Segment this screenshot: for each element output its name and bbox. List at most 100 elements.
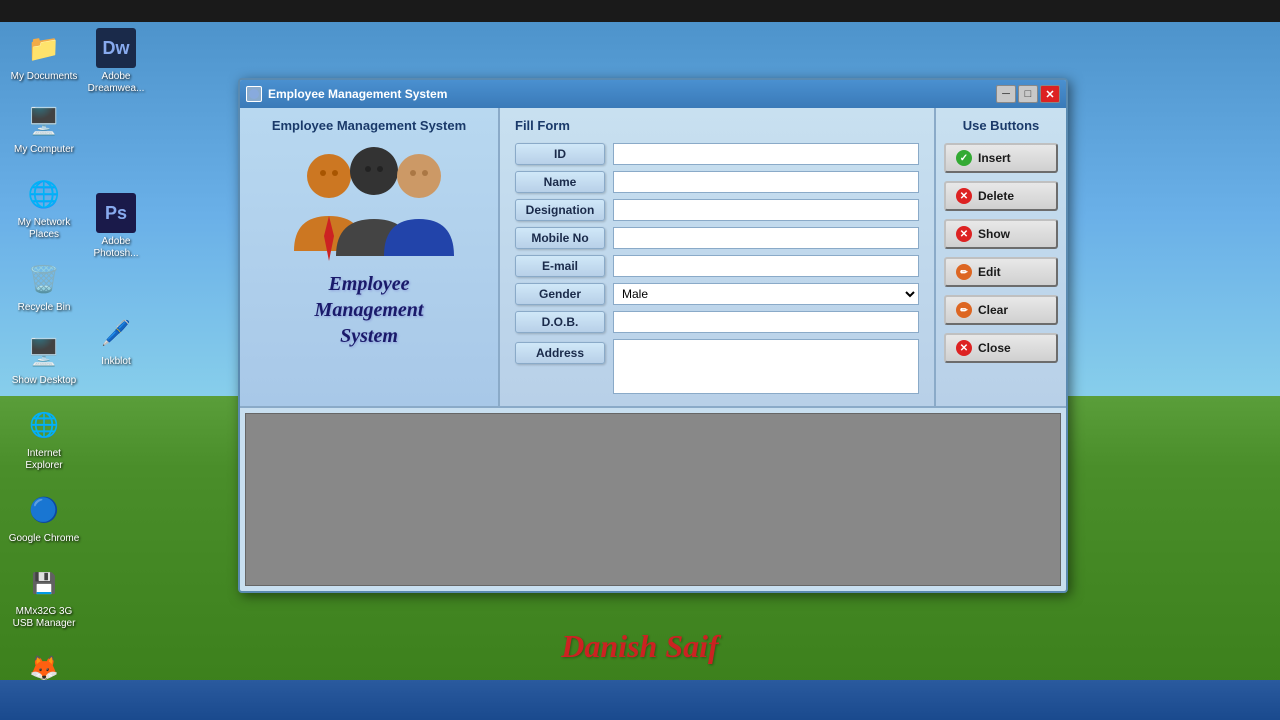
left-panel-title: Employee Management System (272, 118, 466, 133)
ie-icon: 🌐 (24, 405, 64, 445)
watermark-text: Danish Saif (561, 628, 718, 665)
input-email[interactable] (613, 255, 919, 277)
desktop-icon-label: Google Chrome (9, 533, 80, 545)
avatar-group (284, 141, 454, 271)
desktop: 📁 My Documents 🖥️ My Computer 🌐 My Netwo… (0, 0, 1280, 720)
usb-icon: 💾 (24, 563, 64, 603)
top-section: Employee Management System (240, 108, 1066, 408)
label-designation: Designation (515, 199, 605, 221)
top-taskbar (0, 0, 1280, 22)
desktop-icon-ps[interactable]: Ps Adobe Photosh... (80, 193, 152, 260)
window-title: Employee Management System (268, 87, 996, 101)
desktop-icons-column1: 📁 My Documents 🖥️ My Computer 🌐 My Netwo… (8, 28, 80, 703)
folder-icon: 📁 (24, 28, 64, 68)
label-id: ID (515, 143, 605, 165)
desktop-icon-label: Adobe Dreamwea... (80, 71, 152, 95)
edit-label: Edit (978, 265, 1001, 279)
insert-label: Insert (978, 151, 1011, 165)
form-panel: Fill Form ID Name Designation (500, 108, 936, 406)
select-gender[interactable]: Male Female (613, 283, 919, 305)
buttons-panel: Use Buttons ✓ Insert ✕ Delete ✕ Show (936, 108, 1066, 406)
inkblot-icon: 🖊️ (96, 313, 136, 353)
label-email: E-mail (515, 255, 605, 277)
dw-icon: Dw (96, 28, 136, 68)
label-dob: D.O.B. (515, 311, 605, 333)
desktop-icon-label: Show Desktop (12, 375, 76, 387)
window-content: Employee Management System (240, 108, 1066, 591)
computer-icon: 🖥️ (24, 101, 64, 141)
input-mobile[interactable] (613, 227, 919, 249)
delete-icon: ✕ (956, 188, 972, 204)
desktop-icon-dw[interactable]: Dw Adobe Dreamwea... (80, 28, 152, 95)
desktop-icon-img: 🖥️ (24, 332, 64, 372)
form-row-gender: Gender Male Female (515, 283, 919, 305)
form-row-address: Address (515, 339, 919, 394)
label-name: Name (515, 171, 605, 193)
desktop-icon-label: My Documents (11, 71, 78, 83)
show-icon: ✕ (956, 226, 972, 242)
desktop-icon-label: MMx32G 3G USB Manager (8, 606, 80, 630)
desktop-icon-mycomputer[interactable]: 🖥️ My Computer (8, 101, 80, 156)
label-address: Address (515, 342, 605, 364)
input-dob[interactable] (613, 311, 919, 333)
desktop-icon-recycle[interactable]: 🗑️ Recycle Bin (8, 259, 80, 314)
edit-icon: ✏ (956, 264, 972, 280)
input-id[interactable] (613, 143, 919, 165)
app-icon (246, 86, 262, 102)
buttons-section-title: Use Buttons (944, 118, 1058, 133)
system-branding-title: Employee Management System (315, 271, 424, 349)
minimize-button[interactable]: ─ (996, 85, 1016, 103)
title-bar: Employee Management System ─ □ ✕ (240, 80, 1066, 108)
input-designation[interactable] (613, 199, 919, 221)
close-app-label: Close (978, 341, 1011, 355)
desktop-icon-chrome[interactable]: 🔵 Google Chrome (8, 490, 80, 545)
close-app-icon: ✕ (956, 340, 972, 356)
clear-button[interactable]: ✏ Clear (944, 295, 1058, 325)
desktop-icon-inkblot[interactable]: 🖊️ Inkblot (80, 313, 152, 368)
desktop-icon-label: Internet Explorer (8, 448, 80, 472)
desktop-icon-label: Adobe Photosh... (80, 236, 152, 260)
form-row-dob: D.O.B. (515, 311, 919, 333)
form-row-id: ID (515, 143, 919, 165)
close-button[interactable]: ✕ (1040, 85, 1060, 103)
desktop-icon-network[interactable]: 🌐 My Network Places (8, 174, 80, 241)
form-row-mobile: Mobile No (515, 227, 919, 249)
form-row-name: Name (515, 171, 919, 193)
form-row-designation: Designation (515, 199, 919, 221)
desktop-icons-column2: Dw Adobe Dreamwea... Ps Adobe Photosh...… (80, 28, 152, 368)
edit-button[interactable]: ✏ Edit (944, 257, 1058, 287)
show-button[interactable]: ✕ Show (944, 219, 1058, 249)
show-label: Show (978, 227, 1010, 241)
maximize-button[interactable]: □ (1018, 85, 1038, 103)
input-name[interactable] (613, 171, 919, 193)
clear-icon: ✏ (956, 302, 972, 318)
form-row-email: E-mail (515, 255, 919, 277)
chrome-icon: 🔵 (24, 490, 64, 530)
desktop-icon-showdesktop[interactable]: 🖥️ Show Desktop (8, 332, 80, 387)
textarea-address[interactable] (613, 339, 919, 394)
clear-label: Clear (978, 303, 1008, 317)
left-panel: Employee Management System (240, 108, 500, 406)
insert-icon: ✓ (956, 150, 972, 166)
network-icon: 🌐 (24, 174, 64, 214)
window-controls: ─ □ ✕ (996, 85, 1060, 103)
desktop-icon-label: Recycle Bin (18, 302, 71, 314)
desktop-icon-usb[interactable]: 💾 MMx32G 3G USB Manager (8, 563, 80, 630)
ps-icon: Ps (96, 193, 136, 233)
delete-label: Delete (978, 189, 1014, 203)
desktop-icon-ie[interactable]: 🌐 Internet Explorer (8, 405, 80, 472)
data-grid-area (245, 413, 1061, 586)
form-section-title: Fill Form (515, 118, 919, 133)
delete-button[interactable]: ✕ Delete (944, 181, 1058, 211)
desktop-icon-label: My Computer (14, 144, 74, 156)
insert-button[interactable]: ✓ Insert (944, 143, 1058, 173)
taskbar (0, 680, 1280, 720)
close-app-button[interactable]: ✕ Close (944, 333, 1058, 363)
desktop-icon-label: Inkblot (101, 356, 130, 368)
desktop-icon-label: My Network Places (8, 217, 80, 241)
recycle-icon: 🗑️ (24, 259, 64, 299)
app-window: Employee Management System ─ □ ✕ Employe… (238, 78, 1068, 593)
label-mobile: Mobile No (515, 227, 605, 249)
desktop-icon-mydocs[interactable]: 📁 My Documents (8, 28, 80, 83)
label-gender: Gender (515, 283, 605, 305)
